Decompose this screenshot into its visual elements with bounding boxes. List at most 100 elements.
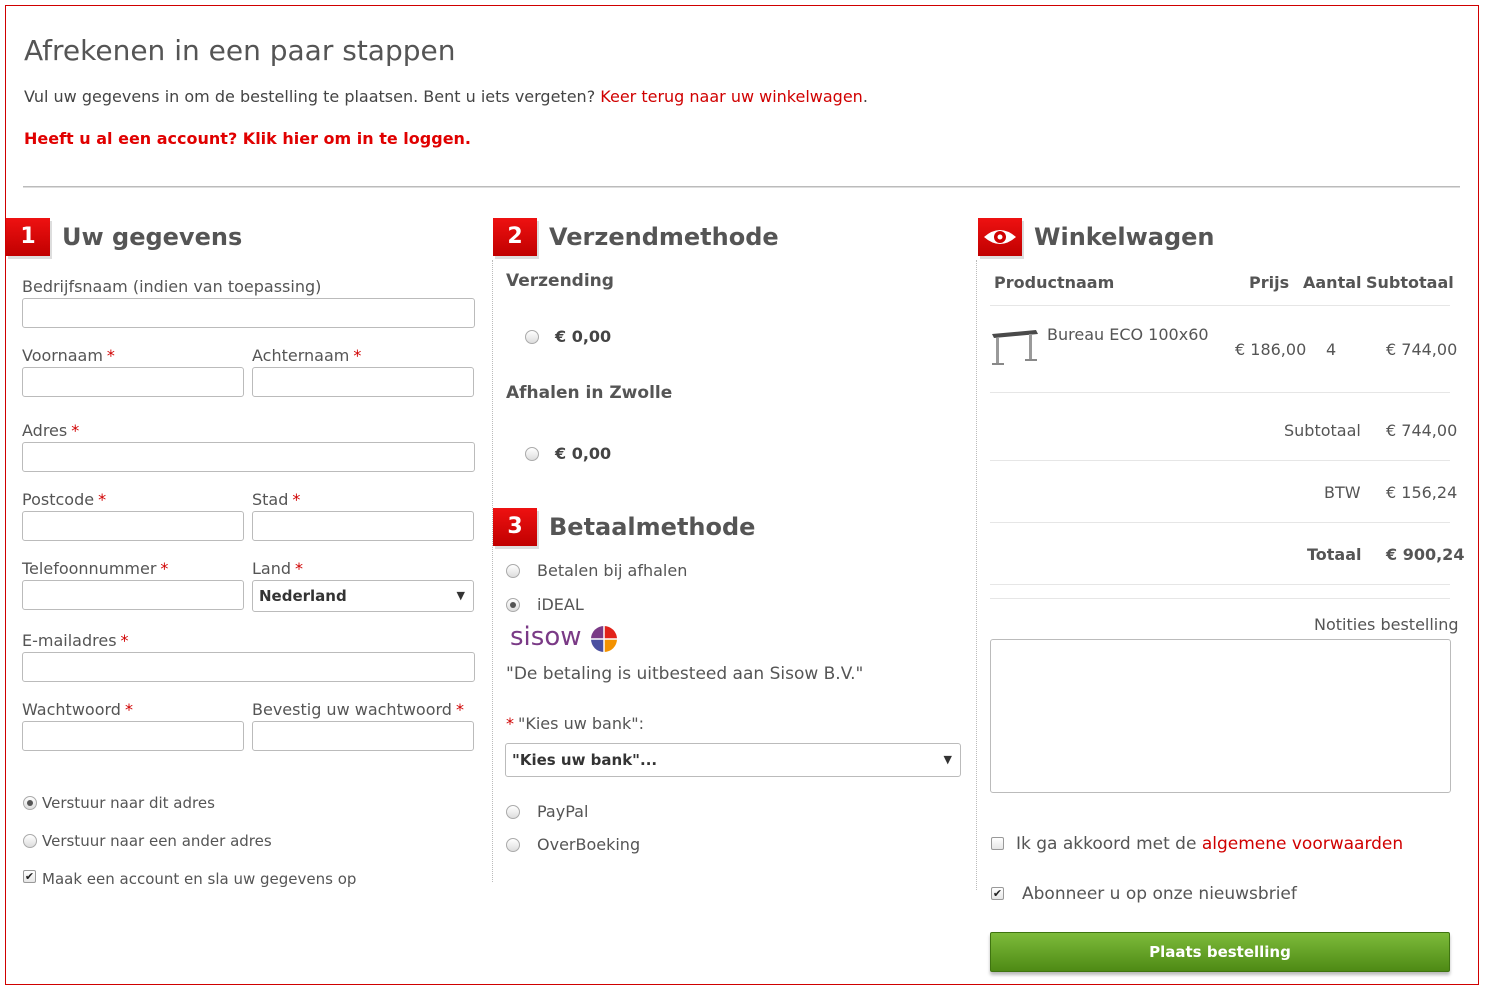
product-thumbnail-desk (992, 330, 1038, 365)
pay-ideal-radio[interactable] (506, 598, 520, 612)
terms-link[interactable]: algemene voorwaarden (1202, 834, 1403, 854)
terms-text: Ik ga akkoord met de (1016, 834, 1197, 854)
step-1-badge: 1 (6, 218, 50, 256)
newsletter-checkbox[interactable]: ✔ (991, 887, 1004, 900)
subtotal-label: Subtotaal (1284, 421, 1361, 440)
required-mark: * (120, 631, 129, 650)
postcode-input[interactable] (22, 511, 244, 541)
email-label: E-mailadres * (22, 631, 129, 650)
password-label: Wachtwoord * (22, 700, 133, 719)
postcode-label-text: Postcode (22, 490, 95, 509)
total-value: € 900,24 (1386, 545, 1465, 564)
required-mark: * (353, 346, 362, 365)
cart-header-divider (990, 305, 1450, 306)
required-mark: * (295, 559, 304, 578)
page-title: Afrekenen in een paar stappen (24, 34, 456, 67)
header-divider (23, 186, 1460, 188)
step-3-title: Betaalmethode (549, 513, 756, 541)
ship-same-radio[interactable] (23, 796, 37, 810)
sisow-logo-icon (591, 626, 617, 652)
city-input[interactable] (252, 511, 474, 541)
chevron-down-icon: ▼ (943, 753, 952, 766)
phone-input[interactable] (22, 580, 244, 610)
bank-select[interactable]: "Kies uw bank"... ▼ (505, 743, 961, 777)
lastname-input[interactable] (252, 367, 474, 397)
pickup-method-name: Afhalen in Zwolle (506, 383, 673, 403)
notes-textarea[interactable] (990, 639, 1451, 793)
sisow-logo-text: sisow (510, 622, 582, 652)
step-1-title: Uw gegevens (62, 223, 243, 251)
phone-label-text: Telefoonnummer (22, 559, 157, 578)
required-mark: * (98, 490, 107, 509)
back-to-cart-link[interactable]: Keer terug naar uw winkelwagen (600, 87, 863, 106)
company-input[interactable] (22, 298, 475, 328)
company-label: Bedrijfsnaam (indien van toepassing) (22, 277, 322, 296)
password-confirm-label-text: Bevestig uw wachtwoord (252, 700, 452, 719)
column-divider-1 (492, 260, 493, 882)
notes-label: Notities bestelling (1314, 615, 1459, 634)
col-price: Prijs (1249, 273, 1290, 292)
column-divider-2 (976, 260, 977, 890)
city-label-text: Stad (252, 490, 289, 509)
required-mark: * (506, 714, 514, 733)
bank-label: * "Kies uw bank": (506, 714, 644, 733)
intro-end: . (862, 87, 868, 106)
pay-ideal-label: iDEAL (537, 595, 584, 614)
address-label: Adres * (22, 421, 79, 440)
newsletter-label: Abonneer u op onze nieuwsbrief (1022, 884, 1297, 904)
pickup-radio[interactable] (525, 447, 539, 461)
address-input[interactable] (22, 442, 475, 472)
required-mark: * (124, 700, 133, 719)
total-divider (990, 584, 1450, 585)
pay-pickup-label: Betalen bij afhalen (537, 561, 688, 580)
pay-pickup-radio[interactable] (506, 564, 520, 578)
email-input[interactable] (22, 652, 475, 682)
cart-item-qty: 4 (1326, 340, 1337, 359)
password-confirm-input[interactable] (252, 721, 474, 751)
ship-other-label: Verstuur naar een ander adres (42, 832, 272, 850)
tax-label: BTW (1324, 483, 1361, 502)
password-label-text: Wachtwoord (22, 700, 121, 719)
password-input[interactable] (22, 721, 244, 751)
terms-checkbox[interactable] (991, 837, 1004, 850)
total-label: Totaal (1307, 545, 1362, 564)
col-qty: Aantal (1303, 273, 1362, 292)
shipping-radio[interactable] (525, 330, 539, 344)
step-2-title: Verzendmethode (549, 223, 779, 251)
pay-transfer-label: OverBoeking (537, 835, 641, 854)
chevron-down-icon: ▼ (456, 589, 465, 602)
cart-item-name[interactable]: Bureau ECO 100x60 (1047, 325, 1209, 344)
ship-other-radio[interactable] (23, 834, 37, 848)
country-label-text: Land (252, 559, 292, 578)
firstname-label-text: Voornaam (22, 346, 103, 365)
place-order-button[interactable]: Plaats bestelling (990, 932, 1450, 972)
pay-paypal-radio[interactable] (506, 805, 520, 819)
password-confirm-label: Bevestig uw wachtwoord * (252, 700, 464, 719)
create-account-checkbox[interactable]: ✔ (23, 870, 36, 883)
terms-line: Ik ga akkoord met de algemene voorwaarde… (1016, 834, 1403, 854)
lastname-label-text: Achternaam (252, 346, 350, 365)
pay-transfer-radio[interactable] (506, 838, 520, 852)
ship-same-label: Verstuur naar dit adres (42, 794, 215, 812)
shipping-method-name: Verzending (506, 271, 614, 291)
country-select[interactable]: Nederland ▼ (252, 580, 474, 612)
create-account-label: Maak een account en sla uw gegevens op (42, 870, 357, 888)
cart-item-price: € 186,00 (1235, 340, 1307, 359)
phone-label: Telefoonnummer * (22, 559, 168, 578)
country-label: Land * (252, 559, 303, 578)
bank-label-text: "Kies uw bank": (518, 714, 644, 733)
notes-divider (990, 598, 1450, 599)
postcode-label: Postcode * (22, 490, 106, 509)
subtotal-value: € 744,00 (1386, 421, 1458, 440)
city-label: Stad * (252, 490, 300, 509)
required-mark: * (292, 490, 301, 509)
lastname-label: Achternaam * (252, 346, 361, 365)
pay-paypal-label: PayPal (537, 802, 589, 821)
required-mark: * (455, 700, 464, 719)
firstname-input[interactable] (22, 367, 244, 397)
step-2-badge: 2 (493, 218, 537, 256)
col-product: Productnaam (994, 273, 1115, 292)
intro-line: Vul uw gegevens in om de bestelling te p… (24, 87, 868, 106)
login-link[interactable]: Heeft u al een account? Klik hier om in … (24, 129, 471, 148)
required-mark: * (71, 421, 80, 440)
